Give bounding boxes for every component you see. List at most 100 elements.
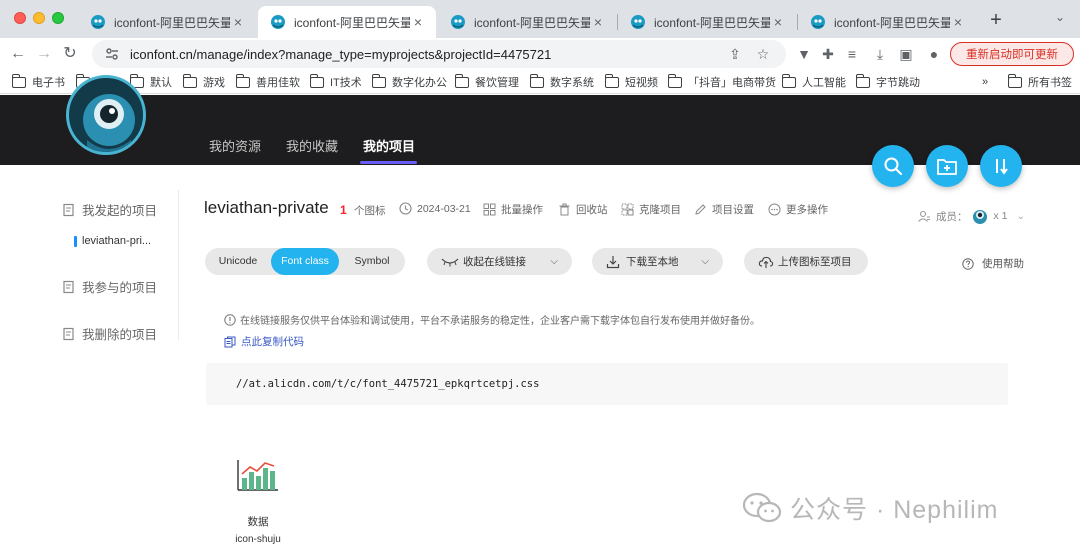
wechat-watermark: 公众号 · Nephilim: [742, 490, 998, 526]
trash-icon: [559, 203, 570, 216]
css-link-url[interactable]: //at.alicdn.com/t/c/font_4475721_epkqrtc…: [236, 378, 539, 390]
nav-tab-my-projects[interactable]: 我的项目: [363, 136, 415, 155]
clone-icon: [621, 203, 634, 216]
tab-search-chevron-icon[interactable]: ⌄: [1050, 10, 1070, 30]
reload-icon[interactable]: ↻: [58, 42, 82, 66]
bookmark-folder[interactable]: IT技术: [309, 73, 362, 91]
members-count: x 1: [993, 210, 1008, 222]
bookmarks-overflow-button[interactable]: »: [982, 73, 988, 91]
window-zoom-button[interactable]: [52, 12, 64, 24]
tab-title: iconfont-阿里巴巴矢量图标库: [654, 15, 770, 30]
format-font-class-tab[interactable]: Font class: [271, 248, 339, 275]
download-local-button[interactable]: 下载至本地 ⌵: [592, 248, 723, 275]
icon-card[interactable]: 数据 icon-shuju: [222, 452, 294, 550]
copy-code-link[interactable]: 点此复制代码: [224, 334, 304, 349]
help-link[interactable]: 使用帮助: [962, 256, 1024, 271]
bookmark-folder[interactable]: 数字系统: [529, 73, 594, 91]
bookmark-folder[interactable]: 字节跳动: [855, 73, 920, 91]
sidebar-item-deleted-projects[interactable]: 我删除的项目: [62, 324, 157, 343]
bookmark-folder[interactable]: 善用佳软: [235, 73, 300, 91]
members-dropdown[interactable]: 成员： x 1 ⌄: [917, 207, 1025, 225]
project-date: 2024-03-21: [399, 202, 471, 215]
document-delete-icon: [63, 327, 74, 340]
bookmark-folder[interactable]: 人工智能: [781, 73, 846, 91]
collapse-online-link-button[interactable]: 收起在线链接 ⌵: [427, 248, 572, 275]
new-tab-button[interactable]: +: [984, 8, 1008, 32]
bookmark-star-icon[interactable]: ☆: [752, 46, 774, 63]
eye-closed-icon: [441, 258, 459, 266]
format-unicode-tab[interactable]: Unicode: [205, 248, 271, 275]
icon-count: 1: [340, 203, 347, 217]
back-arrow-icon[interactable]: ←: [6, 42, 30, 66]
sidebar-item-label: 我参与的项目: [82, 281, 158, 295]
project-settings-button[interactable]: 项目设置: [694, 202, 754, 217]
tab-close-icon[interactable]: ×: [410, 14, 426, 30]
folder-icon: [781, 73, 796, 88]
browser-tab-strip: iconfont-阿里巴巴矢量图标库 × iconfont-阿里巴巴矢量图标库 …: [0, 0, 1080, 38]
sidebar-item-joined-projects[interactable]: 我参与的项目: [62, 277, 157, 296]
user-avatar[interactable]: [66, 75, 146, 155]
sort-arrows-icon: [996, 159, 1008, 175]
sort-button[interactable]: [980, 145, 1022, 187]
online-link-notice: 在线链接服务仅供平台体验和调试使用，平台不承诺服务的稳定性，企业客户需下载字体包…: [224, 312, 760, 327]
bookmark-folder[interactable]: 「抖音」电商带货: [667, 73, 776, 91]
share-icon[interactable]: ⇪: [724, 46, 746, 63]
iconfont-favicon-icon: [271, 15, 285, 29]
wechat-logo-icon: [742, 492, 782, 523]
members-label: 成员：: [936, 210, 968, 223]
bookmarks-bar: 电子书 语言 默认 游戏 善用佳软 IT技术 数字化办公 餐饮管理 数字系统 短…: [0, 70, 1080, 94]
tab-close-icon[interactable]: ×: [770, 14, 786, 30]
forward-arrow-icon[interactable]: →: [32, 42, 56, 66]
reading-list-icon[interactable]: ≡: [840, 42, 864, 66]
browser-tab[interactable]: iconfont-阿里巴巴矢量图标库 ×: [798, 6, 976, 38]
browser-tab[interactable]: iconfont-阿里巴巴矢量图标库 ×: [438, 6, 616, 38]
search-button[interactable]: [872, 145, 914, 187]
sidebar-current-project[interactable]: leviathan-pri...: [74, 235, 151, 247]
clone-project-button[interactable]: 克隆项目: [621, 202, 681, 217]
address-bar[interactable]: iconfont.cn/manage/index?manage_type=myp…: [92, 40, 786, 68]
batch-operation-button[interactable]: 批量操作: [483, 202, 543, 217]
tab-close-icon[interactable]: ×: [950, 14, 966, 30]
all-bookmarks-folder[interactable]: 所有书签: [1007, 73, 1072, 91]
profile-avatar-icon[interactable]: ●: [922, 42, 946, 66]
format-symbol-tab[interactable]: Symbol: [339, 248, 405, 275]
document-edit-icon: [63, 203, 74, 216]
bookmark-folder[interactable]: 游戏: [182, 73, 225, 91]
new-project-button[interactable]: [926, 145, 968, 187]
bookmark-folder[interactable]: 电子书: [11, 73, 65, 91]
bookmark-folder[interactable]: 餐饮管理: [454, 73, 519, 91]
extension-v-icon[interactable]: ▼: [792, 42, 816, 66]
question-circle-icon: [962, 257, 974, 270]
extensions-puzzle-icon[interactable]: ✚: [816, 42, 840, 66]
more-actions-button[interactable]: 更多操作: [768, 202, 828, 217]
font-format-switch: Unicode Font class Symbol: [205, 248, 405, 275]
window-minimize-button[interactable]: [33, 12, 45, 24]
active-indicator: [74, 235, 77, 247]
tab-close-icon[interactable]: ×: [590, 14, 606, 30]
chevron-down-icon: ⌵: [701, 256, 709, 267]
nav-tab-my-favorites[interactable]: 我的收藏: [286, 136, 338, 155]
relaunch-update-button[interactable]: 重新启动即可更新: [950, 42, 1074, 66]
folder-icon: [604, 73, 619, 88]
bookmark-folder[interactable]: 数字化办公: [371, 73, 447, 91]
browser-tab-active[interactable]: iconfont-阿里巴巴矢量图标库 ×: [258, 6, 436, 38]
search-icon: [884, 157, 903, 176]
nav-tab-my-resources[interactable]: 我的资源: [209, 136, 261, 155]
icon-count-unit: 个图标: [354, 205, 386, 217]
browser-tab[interactable]: iconfont-阿里巴巴矢量图标库 ×: [78, 6, 256, 38]
bookmark-folder[interactable]: 短视频: [604, 73, 658, 91]
upload-icons-button[interactable]: 上传图标至项目: [744, 248, 868, 275]
iconfont-favicon-icon: [811, 15, 825, 29]
address-url: iconfont.cn/manage/index?manage_type=myp…: [130, 46, 552, 62]
recycle-bin-button[interactable]: 回收站: [558, 202, 608, 217]
sidebar-item-created-projects[interactable]: 我发起的项目: [62, 200, 157, 219]
download-icon[interactable]: ⤓: [868, 42, 892, 66]
sidebar-project-label: leviathan-pri...: [82, 235, 152, 247]
tab-close-icon[interactable]: ×: [230, 14, 246, 30]
iconfont-favicon-icon: [451, 15, 465, 29]
side-panel-icon[interactable]: ▣: [894, 42, 918, 66]
nav-active-indicator: [360, 161, 417, 164]
browser-tab[interactable]: iconfont-阿里巴巴矢量图标库 ×: [618, 6, 796, 38]
site-info-icon[interactable]: [104, 46, 120, 62]
window-close-button[interactable]: [14, 12, 26, 24]
